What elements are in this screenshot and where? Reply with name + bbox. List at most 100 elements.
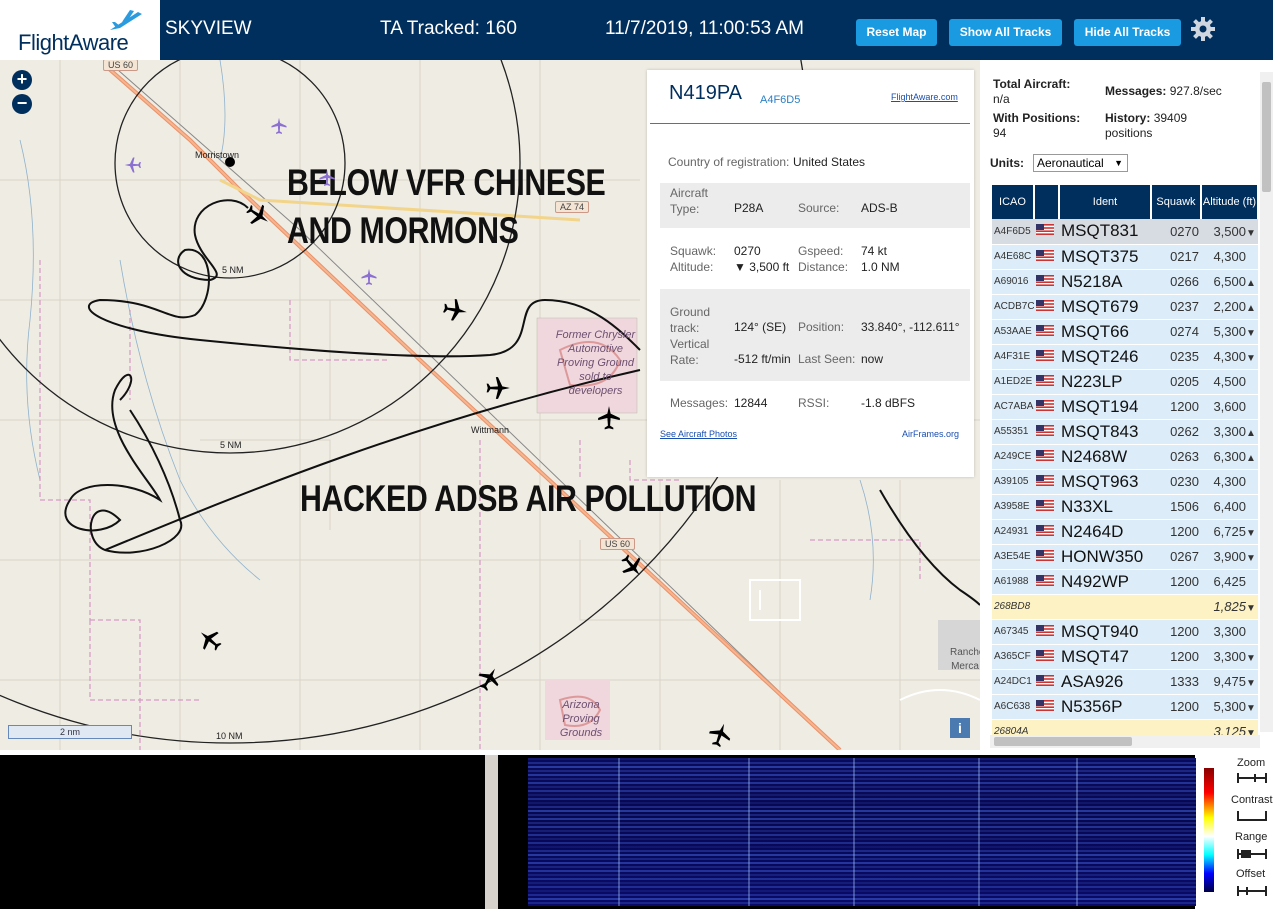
row-icao: A249CE <box>992 444 1034 470</box>
contrast-slider[interactable] <box>1237 810 1267 822</box>
row-altitude: 2,200▲ <box>1201 294 1258 320</box>
row-flag <box>1034 344 1059 370</box>
aircraft-icon[interactable] <box>707 722 733 748</box>
table-row[interactable]: A53AAE MSQT66 0274 5,300▼ <box>992 319 1258 345</box>
table-row[interactable]: A69016 N5218A 0266 6,500▲ <box>992 269 1258 295</box>
scroll-thumb[interactable] <box>1262 82 1271 192</box>
popup-vertical-rate: -512 ft/min <box>734 352 791 366</box>
popup-photos-link[interactable]: See Aircraft Photos <box>660 429 737 439</box>
row-flag <box>1034 694 1059 720</box>
table-row[interactable]: A39105 MSQT963 0230 4,300 <box>992 469 1258 495</box>
table-row[interactable]: 268BD8 1,825▼ <box>992 594 1258 620</box>
aircraft-icon-selected[interactable] <box>245 202 271 228</box>
popup-country-label: Country of registration: <box>668 155 790 169</box>
reset-map-button[interactable]: Reset Map <box>856 19 937 46</box>
units-select[interactable]: Aeronautical ▼ <box>1033 154 1128 172</box>
row-ident: MSQT963 <box>1059 469 1151 495</box>
popup-altitude: ▼ 3,500 ft <box>734 260 790 274</box>
col-altitude[interactable]: Altitude (ft) <box>1201 185 1259 219</box>
row-ident: N5356P <box>1059 694 1151 720</box>
us-flag-icon <box>1036 249 1054 261</box>
panel-divider[interactable] <box>485 755 498 909</box>
aircraft-icon[interactable] <box>596 405 622 431</box>
sidebar-horizontal-scrollbar[interactable] <box>990 735 1260 748</box>
aircraft-icon-mlat[interactable] <box>318 169 336 187</box>
table-row[interactable]: AC7ABA MSQT194 1200 3,600 <box>992 394 1258 420</box>
popup-messages-label: Messages: <box>670 396 729 410</box>
table-row[interactable]: A3958E N33XL 1506 6,400 <box>992 494 1258 520</box>
row-squawk: 1333 <box>1151 669 1201 695</box>
row-ident: MSQT375 <box>1059 244 1151 270</box>
popup-position: 33.840°, -112.611° <box>861 320 960 334</box>
table-row[interactable]: A4F6D5 MSQT831 0270 3,500▼ <box>992 219 1258 245</box>
flightaware-logo[interactable]: FlightAware <box>0 0 160 60</box>
table-row[interactable]: A61988 N492WP 1200 6,425 <box>992 569 1258 595</box>
popup-flightaware-link[interactable]: FlightAware.com <box>891 92 958 102</box>
zoom-in-button[interactable]: + <box>12 70 32 90</box>
aircraft-detail-popup: N419PA A4F6D5 FlightAware.com Country of… <box>647 70 974 477</box>
aircraft-icon-mlat[interactable] <box>124 156 142 174</box>
table-row[interactable]: A365CF MSQT47 1200 3,300▼ <box>992 644 1258 670</box>
show-all-tracks-button[interactable]: Show All Tracks <box>949 19 1062 46</box>
with-positions-label: With Positions: <box>993 111 1081 125</box>
range-slider[interactable] <box>1237 848 1267 860</box>
row-ident: MSQT66 <box>1059 319 1151 345</box>
col-flag[interactable] <box>1034 185 1060 219</box>
col-squawk[interactable]: Squawk <box>1151 185 1202 219</box>
map-info-button[interactable]: i <box>950 718 970 738</box>
row-icao: A6C638 <box>992 694 1034 720</box>
altitude-trend-icon: ▼ <box>1246 227 1256 239</box>
row-altitude-value: 6,725 <box>1213 524 1246 539</box>
row-icao: A53AAE <box>992 319 1034 345</box>
table-row[interactable]: A67345 MSQT940 1200 3,300 <box>992 619 1258 645</box>
spectrum-panel <box>0 755 485 909</box>
aircraft-icon[interactable] <box>197 627 223 653</box>
table-row[interactable]: A4E68C MSQT375 0217 4,300 <box>992 244 1258 270</box>
aircraft-icon-mlat[interactable] <box>360 266 378 288</box>
us-flag-icon <box>1036 324 1054 336</box>
table-row[interactable]: A6C638 N5356P 1200 5,300▼ <box>992 694 1258 720</box>
aircraft-icon[interactable] <box>485 375 511 401</box>
zoom-slider[interactable] <box>1237 772 1267 784</box>
hide-all-tracks-button[interactable]: Hide All Tracks <box>1074 19 1181 46</box>
offset-slider[interactable] <box>1237 885 1267 897</box>
table-row[interactable]: A24931 N2464D 1200 6,725▼ <box>992 519 1258 545</box>
row-altitude: 5,300▼ <box>1201 694 1258 720</box>
popup-last-seen: now <box>861 352 884 366</box>
popup-airframes-link[interactable]: AirFrames.org <box>902 429 959 439</box>
table-row[interactable]: A55351 MSQT843 0262 3,300▲ <box>992 419 1258 445</box>
table-row[interactable]: ACDB7C MSQT679 0237 2,200▲ <box>992 294 1258 320</box>
aircraft-icon[interactable] <box>476 666 502 692</box>
row-altitude-value: 9,475 <box>1213 674 1246 689</box>
row-icao: A365CF <box>992 644 1034 670</box>
table-row[interactable]: A24DC1 ASA926 1333 9,475▼ <box>992 669 1258 695</box>
row-icao: 268BD8 <box>992 594 1034 620</box>
waterfall-display[interactable] <box>528 758 1196 906</box>
table-row[interactable]: A1ED2E N223LP 0205 4,500 <box>992 369 1258 395</box>
row-ident: N33XL <box>1059 494 1151 520</box>
altitude-trend-icon: ▲ <box>1246 453 1256 464</box>
aircraft-icon-mlat[interactable] <box>270 115 288 137</box>
table-row[interactable]: A3E54E HONW350 0267 3,900▼ <box>992 544 1258 570</box>
sidebar-vertical-scrollbar[interactable] <box>1260 72 1273 732</box>
range-control-label: Range <box>1235 831 1268 843</box>
chevron-down-icon: ▼ <box>1114 158 1123 168</box>
aircraft-icon[interactable] <box>442 297 468 323</box>
top-header: FlightAware SKYVIEW TA Tracked: 160 11/7… <box>0 0 1273 60</box>
zoom-out-button[interactable]: − <box>12 94 32 114</box>
altitude-trend-icon: ▼ <box>1246 653 1256 664</box>
row-flag <box>1034 244 1059 270</box>
aircraft-icon[interactable] <box>619 553 645 579</box>
overlay-text-line3: HACKED ADSB AIR POLLUTION <box>300 478 757 519</box>
scroll-thumb[interactable] <box>994 737 1132 746</box>
row-squawk: 1506 <box>1151 494 1201 520</box>
popup-ground-track-label: Ground track: <box>670 305 711 335</box>
col-ident[interactable]: Ident <box>1059 185 1152 219</box>
gear-icon[interactable] <box>1190 16 1216 42</box>
row-flag <box>1034 219 1059 245</box>
us-flag-icon <box>1036 699 1054 711</box>
table-row[interactable]: A4F31E MSQT246 0235 4,300▼ <box>992 344 1258 370</box>
row-ident: N5218A <box>1059 269 1151 295</box>
table-row[interactable]: A249CE N2468W 0263 6,300▲ <box>992 444 1258 470</box>
col-icao[interactable]: ICAO <box>992 185 1035 219</box>
